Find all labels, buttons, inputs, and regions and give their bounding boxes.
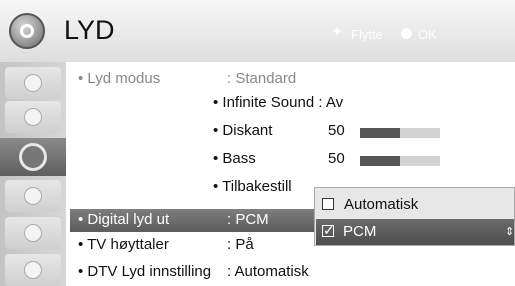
ok-hint: OK [418,27,437,42]
popup-option-pcm[interactable]: PCM ⇕ [316,219,514,245]
treble-value: 50 [328,122,345,139]
treble-slider[interactable] [360,128,440,138]
popup-option-label: PCM [343,223,377,240]
navigation-icon [331,23,345,40]
header: LYD Flytte OK [0,0,515,62]
menu-row-dtv-audio-setting[interactable]: • DTV Lyd innstilling : Automatisk [0,263,515,285]
menu-row-digital-audio-out[interactable]: • Digital lyd ut : PCM [0,211,330,233]
menu-row-label: • DTV Lyd innstilling [78,263,212,280]
move-hint: Flytte [351,27,383,42]
page-title: LYD [64,15,115,45]
menu-row-sound-mode[interactable]: • Lyd modus : Standard [0,70,515,92]
submenu-row-label: • Tilbakestill [213,178,292,195]
bass-slider[interactable] [360,156,440,166]
submenu-row-label: • Diskant [213,122,273,139]
menu-row-value: : PCM [227,211,269,228]
ok-icon [401,28,412,39]
submenu-row-infinite-sound[interactable]: • Infinite Sound : Av [0,94,515,116]
up-down-arrow-icon: ⇕ [505,226,515,238]
menu-row-label: • TV høyttaler [78,236,169,253]
submenu-row-bass[interactable]: • Bass 50 [0,150,515,172]
menu-row-label: • Digital lyd ut [78,211,170,228]
bass-slider-fill [360,156,400,166]
bass-value: 50 [328,150,345,167]
menu-row-label: • Lyd modus [78,70,161,87]
digital-audio-out-popup: Automatisk PCM ⇕ [314,187,515,246]
checked-checkbox-icon[interactable] [322,222,335,239]
treble-slider-fill [360,128,400,138]
submenu-row-label: • Infinite Sound : Av [213,94,344,111]
popup-option-label: Automatisk [344,196,419,213]
menu-row-value: : På [227,236,254,253]
speaker-icon [9,13,45,49]
menu-row-value: : Standard [227,70,297,87]
submenu-row-treble[interactable]: • Diskant 50 [0,122,515,144]
submenu-row-label: • Bass [213,150,256,167]
popup-option-automatic[interactable]: Automatisk [316,192,514,218]
menu-row-value: : Automatisk [227,263,309,280]
checkbox-icon[interactable] [322,198,334,210]
